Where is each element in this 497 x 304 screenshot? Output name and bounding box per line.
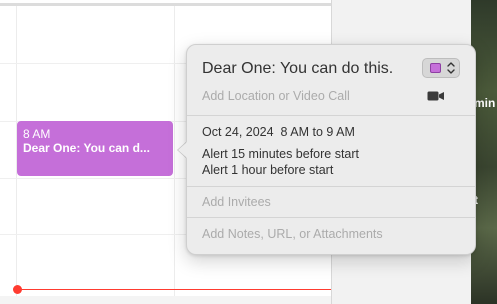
calendar-top-border <box>0 3 332 6</box>
event-time: 8 AM <box>23 127 51 141</box>
chevron-up-down-icon <box>447 62 455 74</box>
calendar-column-line <box>174 6 175 304</box>
current-time-line <box>18 289 332 290</box>
event-title-field[interactable]: Dear One: You can do this. <box>202 60 393 78</box>
popover-arrow-fill <box>178 142 187 158</box>
popover-divider <box>187 186 475 187</box>
calendar-color-picker[interactable] <box>422 58 460 78</box>
desktop-text-fragment: min <box>474 96 496 110</box>
popover-divider <box>187 115 475 116</box>
event-time-range: 8 AM to 9 AM <box>280 125 355 139</box>
event-date-time[interactable]: Oct 24, 2024 8 AM to 9 AM <box>202 125 355 139</box>
invitees-field[interactable]: Add Invitees <box>202 195 271 209</box>
notes-field[interactable]: Add Notes, URL, or Attachments <box>202 227 383 241</box>
calendar-bottom-strip <box>0 296 332 304</box>
alert-item[interactable]: Alert 15 minutes before start <box>202 147 359 161</box>
event-date: Oct 24, 2024 <box>202 125 274 139</box>
popover-divider <box>187 217 475 218</box>
location-field[interactable]: Add Location or Video Call <box>202 89 350 103</box>
event-detail-popover: Dear One: You can do this. Add Location … <box>186 44 476 255</box>
calendar-color-swatch <box>430 63 441 73</box>
current-time-dot <box>13 285 22 294</box>
video-camera-icon[interactable] <box>427 90 445 102</box>
calendar-event[interactable]: 8 AM Dear One: You can d... <box>17 121 173 176</box>
alert-item[interactable]: Alert 1 hour before start <box>202 163 333 177</box>
event-title: Dear One: You can d... <box>23 141 150 155</box>
